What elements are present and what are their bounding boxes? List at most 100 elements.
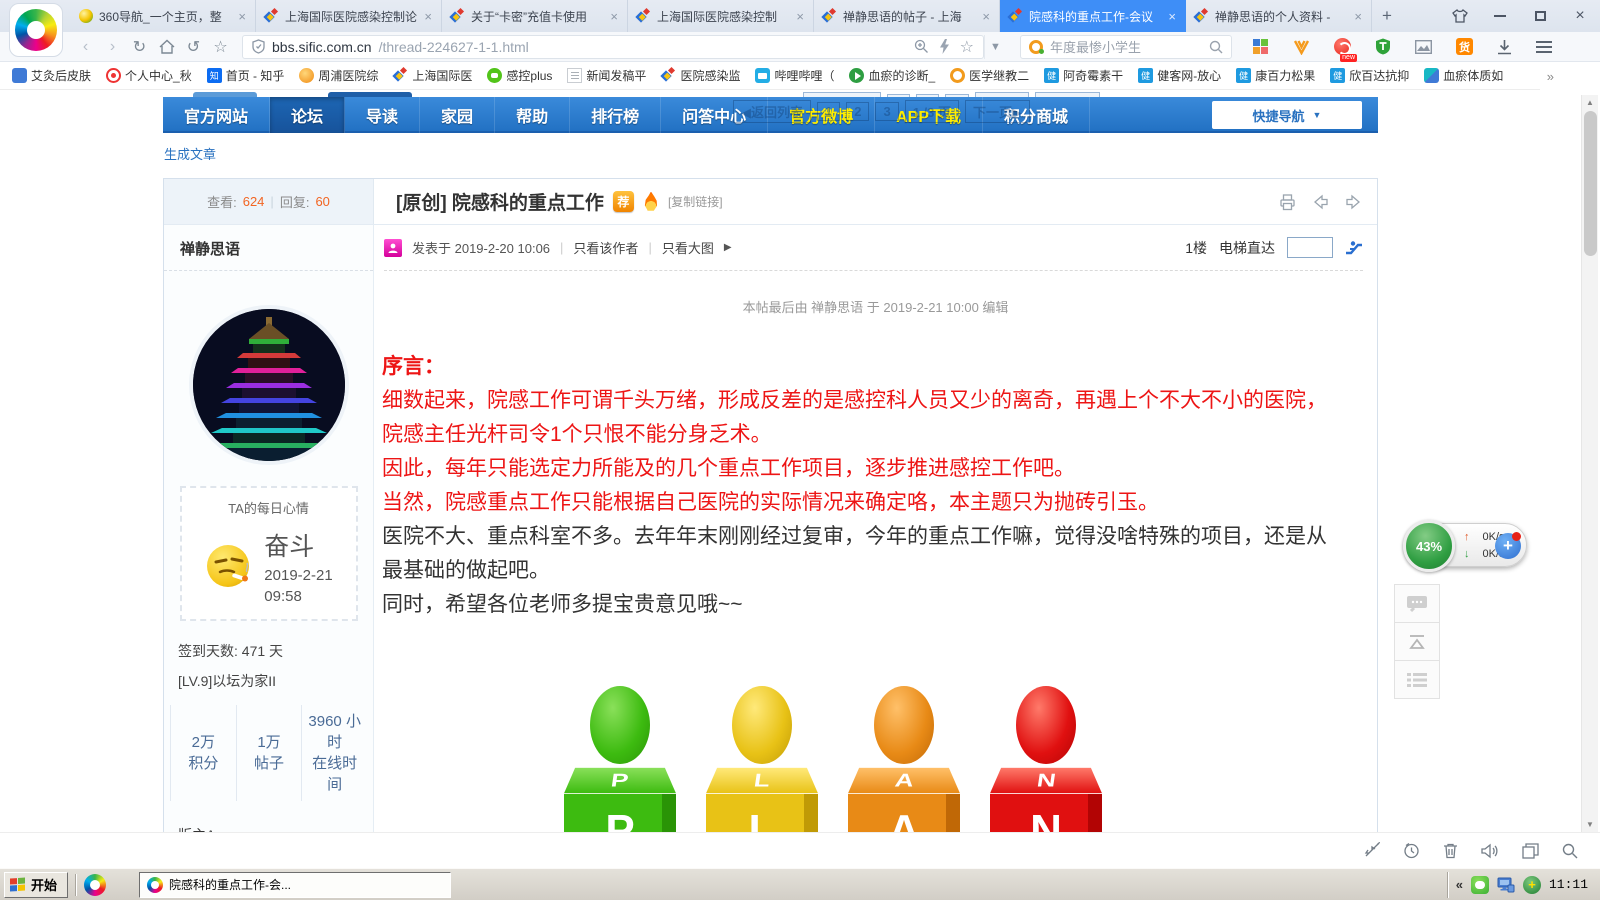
next-thread-icon[interactable] [1344,193,1363,211]
zoom-icon[interactable] [914,39,929,54]
copy-link-button[interactable]: [复制链接] [668,193,723,210]
url-dropdown-caret[interactable]: ▼ [984,35,1006,59]
mute-speaker-icon[interactable] [1481,843,1499,859]
bookmark-item[interactable]: 血瘀的诊断_ [849,67,935,84]
search-icon[interactable] [1209,40,1223,54]
browser-tab[interactable]: 关于“卡密”充值卡使用 × [442,0,628,32]
menu-icon[interactable] [1536,41,1552,53]
quick-launch-browser-icon[interactable] [84,874,106,896]
antivirus-360-tray-icon[interactable] [1523,876,1541,894]
progress-circle[interactable]: 43% [1403,520,1455,572]
bookmark-item[interactable]: 阿奇霉素干 [1044,67,1123,84]
home-icon[interactable] [153,38,180,56]
reply-comment-button[interactable] [1394,584,1440,623]
new-tab-button[interactable]: + [1372,0,1402,32]
multi-window-icon[interactable] [1522,843,1539,859]
download-icon[interactable] [1497,39,1512,55]
url-field[interactable]: bbs.sific.com.cn/thread-224627-1-1.html … [242,35,984,59]
bookmark-item[interactable]: 健客网-放心 [1138,67,1221,84]
bookmark-item[interactable]: 医院感染监 [661,67,740,84]
bookmark-item[interactable]: 新闻发稿平 [567,67,646,84]
tab-close-icon[interactable]: × [424,9,432,24]
back-to-top-button[interactable] [1394,622,1440,661]
tab-close-icon[interactable]: × [1168,9,1176,24]
scrollbar-down-arrow[interactable]: ▼ [1582,820,1598,829]
author-username[interactable]: 禅静思语 [164,225,373,271]
bookmark-item[interactable]: 上海国际医 [393,67,472,84]
refresh-icon[interactable]: ↻ [126,37,153,57]
tab-close-icon[interactable]: × [610,9,618,24]
skin-icon[interactable] [1440,0,1480,32]
history-clock-icon[interactable] [1403,842,1420,859]
network-tray-icon[interactable] [1497,876,1515,894]
close-button[interactable]: × [1560,0,1600,32]
scrollbar-up-arrow[interactable]: ▲ [1582,98,1598,107]
print-icon[interactable] [1278,193,1297,211]
tab-close-icon[interactable]: × [796,9,804,24]
bookmark-item[interactable]: 感控plus [487,67,552,84]
tab-close-icon[interactable]: × [982,9,990,24]
maximize-button[interactable] [1520,0,1560,32]
author-avatar[interactable] [193,309,345,461]
quick-nav-button[interactable]: 快捷导航 ▼ [1212,101,1362,129]
thread-list-button[interactable] [1394,660,1440,699]
bookmark-item[interactable]: 首页 - 知乎 [207,67,285,84]
browser-tab[interactable]: 禅静思语的帖子 - 上海 × [814,0,1000,32]
find-on-page-icon[interactable] [1562,843,1578,859]
extension-new-badge-icon[interactable] [1334,38,1351,55]
stat-cell[interactable]: 3960 小时 在线时间 [301,705,367,801]
forum-nav-item[interactable]: 官方网站 [163,97,270,133]
tab-close-icon[interactable]: × [1354,9,1362,24]
taskbar-window-button[interactable]: 院感科的重点工作-会... [139,872,451,898]
browser-tab[interactable]: 上海国际医院感染控制 × [628,0,814,32]
page-scrollbar[interactable]: ▲ ▼ [1581,95,1598,832]
shopping-huo-icon[interactable]: 货 [1456,38,1473,55]
wifi-accelerator-icon[interactable] [1293,39,1310,55]
browser-tab[interactable]: 上海国际医院感染控制论 × [256,0,442,32]
search-input[interactable]: 年度最惨小学生 [1050,37,1202,56]
favorite-star-icon[interactable]: ☆ [207,37,234,57]
tray-expand-chevron[interactable]: « [1456,877,1463,892]
bookmark-item[interactable]: 哔哩哔哩（ [755,67,834,84]
browser-tab[interactable]: 禅静思语的个人资料 - × [1186,0,1372,32]
stat-cell[interactable]: 2万 积分 [170,705,236,801]
only-author-link[interactable]: 只看该作者 [573,238,638,257]
reader-lightning-icon[interactable] [939,39,950,54]
bookmark-item[interactable]: 欣百达抗抑 [1330,67,1409,84]
bookmark-item[interactable]: 周浦医院综 [299,67,378,84]
browser-tab[interactable]: 360导航_一个主页，整 × [70,0,256,32]
prev-thread-icon[interactable] [1311,193,1330,211]
bookmark-item[interactable]: 医学继教二 [950,67,1029,84]
bookmarks-more-chevron-icon[interactable]: » [1547,69,1554,84]
tab-close-icon[interactable]: × [238,9,246,24]
back-icon[interactable]: ‹ [72,38,99,56]
bookmark-item[interactable]: 个人中心_秋 [106,67,192,84]
only-images-link[interactable]: 只看大图 [662,238,714,257]
bookmark-item[interactable]: 艾灸后皮肤 [12,67,91,84]
boost-rocket-icon[interactable] [1363,842,1380,859]
security-t-shield-icon[interactable] [1375,38,1391,55]
apps-grid-icon[interactable] [1252,38,1269,55]
bookmark-item[interactable]: 血瘀体质如 [1424,67,1503,84]
clock[interactable]: 11:11 [1549,877,1588,892]
scrollbar-thumb[interactable] [1584,111,1597,256]
plan-image[interactable]: P P L L A [374,686,1377,832]
generate-article-link[interactable]: 生成文章 [164,144,216,163]
trash-icon[interactable] [1443,842,1458,859]
forward-icon[interactable]: › [99,38,126,56]
search-field[interactable]: 年度最惨小学生 [1020,35,1232,59]
add-task-button[interactable]: + [1495,533,1521,559]
start-button[interactable]: 开始 [4,872,68,898]
browser-tab[interactable]: 院感科的重点工作-会议 × [1000,0,1186,32]
download-speed-widget[interactable]: 43% ↑0K/s ↓0K/s + [1405,523,1527,567]
minimize-button[interactable] [1480,0,1520,32]
elevator-input[interactable] [1287,237,1333,258]
wechat-tray-icon[interactable] [1471,876,1489,894]
undo-icon[interactable]: ↺ [180,37,207,57]
bookmark-star-icon[interactable]: ☆ [960,37,974,57]
stat-cell[interactable]: 1万 帖子 [236,705,302,801]
screenshot-icon[interactable] [1415,40,1432,54]
browser-logo[interactable] [9,3,63,57]
bookmark-item[interactable]: 康百力松果 [1236,67,1315,84]
elevator-jump-icon[interactable] [1345,240,1363,256]
